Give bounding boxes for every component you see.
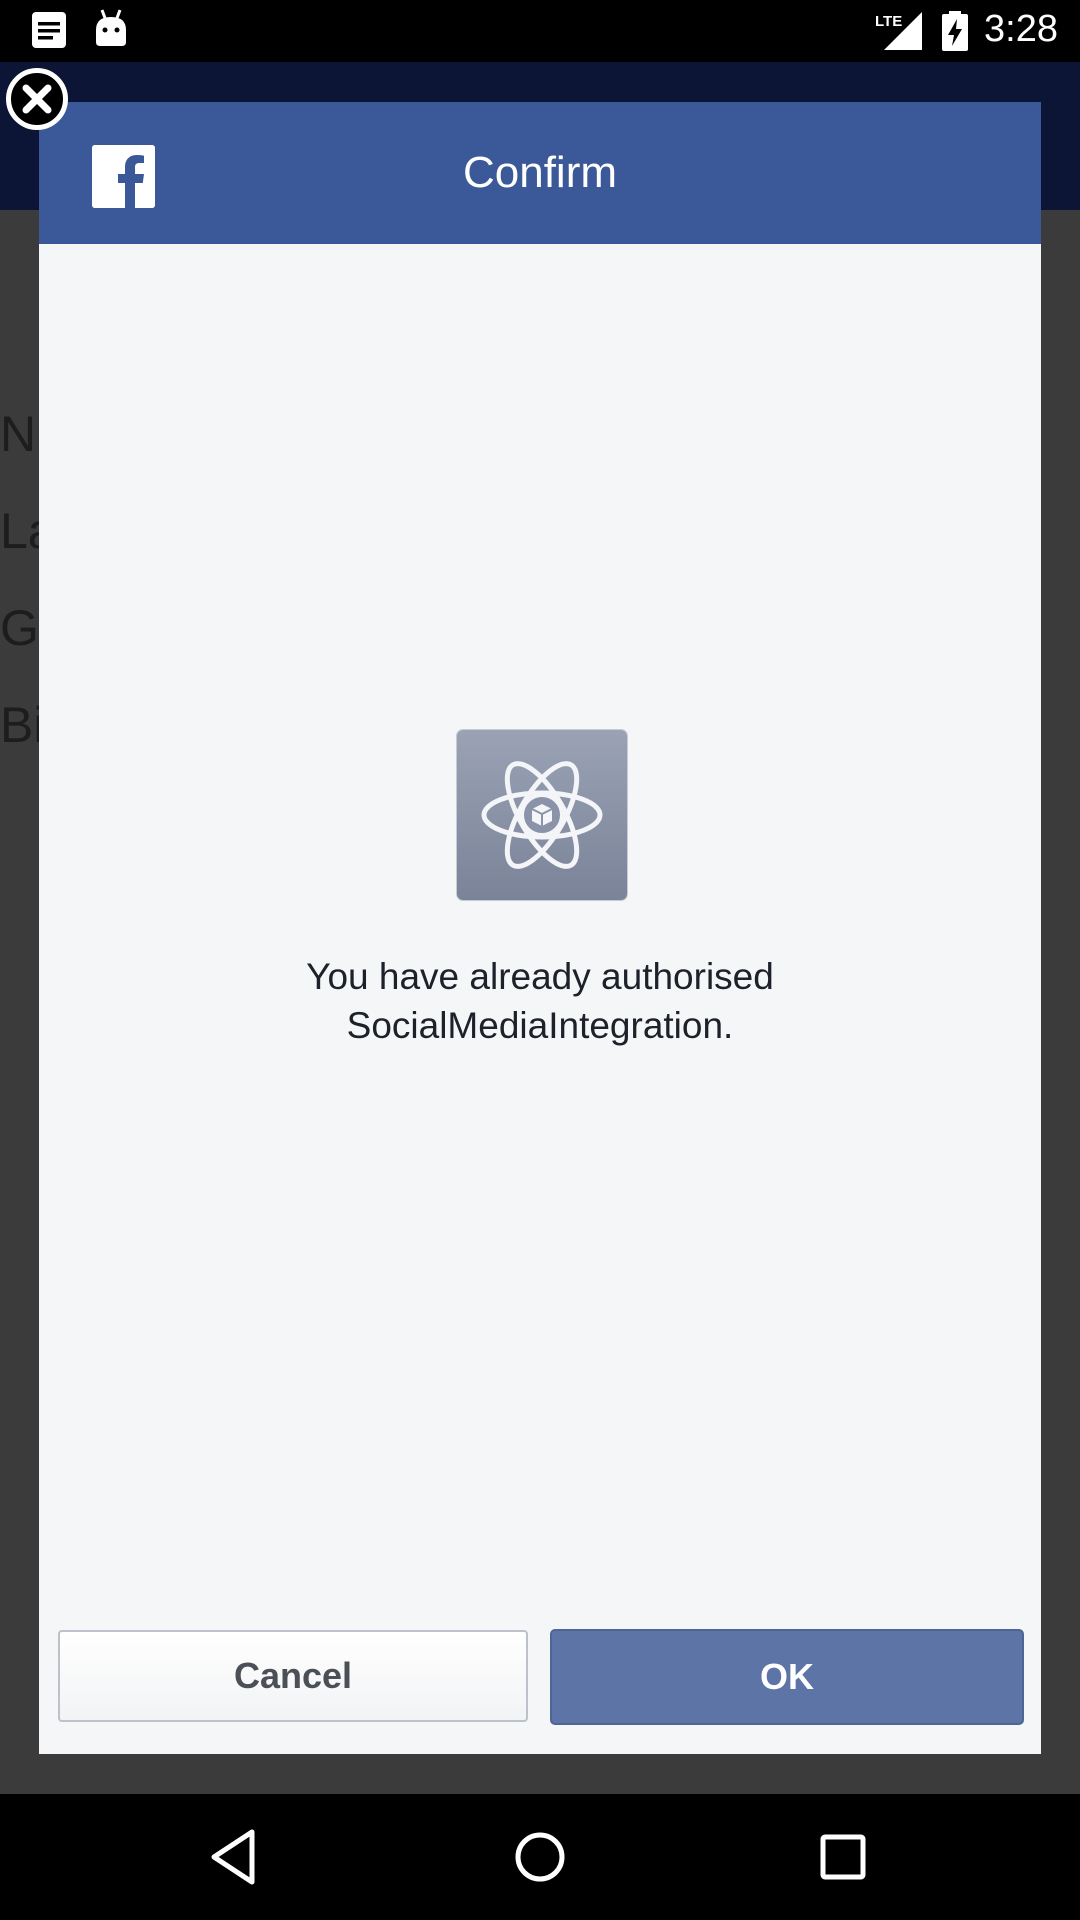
recents-button[interactable]	[808, 1822, 878, 1892]
dialog-header: Confirm	[39, 102, 1041, 244]
lte-label: LTE	[875, 13, 902, 30]
status-bar: LTE 3:28	[0, 0, 1080, 62]
android-icon	[94, 8, 128, 53]
lte-signal-icon: LTE	[874, 10, 924, 57]
notes-icon	[30, 10, 68, 55]
cancel-button[interactable]: Cancel	[58, 1630, 528, 1722]
screen: LTE 3:28 N La G Bi Confirm You have alre…	[0, 0, 1080, 1920]
home-icon	[515, 1832, 565, 1882]
confirm-dialog: Confirm You have already authorised Soci…	[39, 102, 1041, 1754]
dialog-message-line: You have already authorised	[306, 956, 774, 997]
background-row-text: Bi	[0, 697, 45, 753]
status-time: 3:28	[984, 8, 1058, 50]
dialog-message-line: SocialMediaIntegration.	[346, 1005, 734, 1046]
back-button[interactable]	[200, 1822, 270, 1892]
close-button[interactable]	[6, 68, 68, 130]
battery-charging-icon	[940, 10, 970, 57]
ok-button[interactable]: OK	[550, 1629, 1024, 1725]
atom-app-icon	[457, 730, 627, 900]
background-row-text: G	[0, 600, 39, 656]
back-icon	[211, 1829, 255, 1885]
home-button[interactable]	[505, 1822, 575, 1892]
navigation-bar	[0, 1794, 1080, 1920]
background-row-text: N	[0, 406, 37, 462]
dialog-title: Confirm	[462, 148, 618, 197]
dialog-message: You have already authorised SocialMediaI…	[39, 952, 1041, 1050]
close-icon	[22, 84, 52, 114]
facebook-logo-icon	[92, 145, 155, 208]
recents-icon	[820, 1834, 866, 1880]
